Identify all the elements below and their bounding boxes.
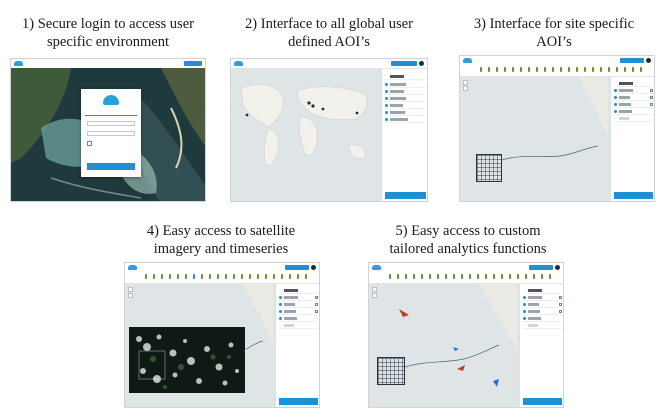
screenshot-login xyxy=(10,58,206,202)
caption-site-line2: AOI’s xyxy=(536,34,572,50)
password-field[interactable] xyxy=(87,131,135,136)
list-item[interactable] xyxy=(385,83,426,88)
list-item[interactable] xyxy=(614,82,653,87)
top-bar xyxy=(231,59,427,69)
caption-login: 1) Secure login to access user specific … xyxy=(10,15,206,51)
marker-icon xyxy=(311,104,315,108)
site-panel xyxy=(610,77,654,201)
login-button[interactable] xyxy=(87,163,135,170)
aoi-list-panel xyxy=(381,69,427,201)
username-field[interactable] xyxy=(87,121,135,126)
marker-icon xyxy=(321,107,325,111)
checkbox-icon xyxy=(650,89,653,92)
marker-icon xyxy=(399,309,409,317)
panel-action-button[interactable] xyxy=(279,398,318,405)
list-item[interactable] xyxy=(523,324,562,329)
list-item[interactable] xyxy=(385,75,426,80)
marker-icon xyxy=(457,365,465,371)
login-logo-icon xyxy=(103,95,119,105)
checkbox-icon xyxy=(315,303,318,306)
caption-global-line1: 2) Interface to all global user xyxy=(245,16,413,32)
checkbox-icon xyxy=(559,303,562,306)
list-item[interactable] xyxy=(279,324,318,329)
panel-action-button[interactable] xyxy=(523,398,562,405)
marker-icon xyxy=(307,101,311,105)
list-item[interactable] xyxy=(614,117,653,122)
list-item[interactable] xyxy=(385,97,426,102)
list-item[interactable] xyxy=(614,89,653,94)
list-item[interactable] xyxy=(385,90,426,95)
marker-icon xyxy=(493,379,499,387)
caption-analytics-line1: 5) Easy access to custom xyxy=(395,223,541,239)
screenshot-site xyxy=(459,55,655,202)
login-dialog xyxy=(81,89,141,177)
caption-analytics-line2: tailored analytics functions xyxy=(389,241,547,257)
list-item[interactable] xyxy=(523,310,562,315)
list-item[interactable] xyxy=(279,289,318,294)
logo-icon xyxy=(14,61,23,66)
marker-icon xyxy=(245,113,249,117)
screenshot-imagery xyxy=(124,262,320,408)
list-item[interactable] xyxy=(385,111,426,116)
avatar-icon[interactable] xyxy=(311,265,316,270)
list-item[interactable] xyxy=(523,289,562,294)
caption-login-line1: 1) Secure login to access user xyxy=(22,16,194,32)
avatar-icon[interactable] xyxy=(646,58,651,63)
list-item[interactable] xyxy=(523,303,562,308)
caption-analytics: 5) Easy access to custom tailored analyt… xyxy=(368,222,568,258)
list-item[interactable] xyxy=(523,296,562,301)
checkbox-icon xyxy=(650,96,653,99)
top-bar-button[interactable] xyxy=(620,58,644,63)
list-item[interactable] xyxy=(279,317,318,322)
analytics-panel xyxy=(519,284,563,407)
top-bar-button[interactable] xyxy=(529,265,553,270)
list-item[interactable] xyxy=(385,118,426,123)
screenshot-analytics xyxy=(368,262,564,408)
caption-imagery: 4) Easy access to satellite imagery and … xyxy=(123,222,319,258)
list-item[interactable] xyxy=(279,296,318,301)
list-item[interactable] xyxy=(279,303,318,308)
panel-action-button[interactable] xyxy=(385,192,426,199)
layers-panel xyxy=(275,284,319,407)
list-item[interactable] xyxy=(614,110,653,115)
avatar-icon[interactable] xyxy=(419,61,424,66)
list-item[interactable] xyxy=(614,103,653,108)
screenshot-global xyxy=(230,58,428,202)
avatar-icon[interactable] xyxy=(555,265,560,270)
cable-route xyxy=(242,340,264,352)
top-bar-button[interactable] xyxy=(184,61,202,66)
caption-site-line1: 3) Interface for site specific xyxy=(473,16,635,32)
list-item[interactable] xyxy=(523,317,562,322)
marker-icon xyxy=(453,347,459,351)
marker-icon xyxy=(355,111,359,115)
analytics-overlay xyxy=(399,309,500,387)
checkbox-icon xyxy=(650,103,653,106)
top-bar-button[interactable] xyxy=(391,61,417,66)
caption-global: 2) Interface to all global user defined … xyxy=(229,15,429,51)
login-tabs[interactable] xyxy=(85,111,137,116)
remember-checkbox[interactable] xyxy=(87,141,92,146)
checkbox-icon xyxy=(315,310,318,313)
list-item[interactable] xyxy=(614,96,653,101)
checkbox-icon xyxy=(559,310,562,313)
caption-imagery-line1: 4) Easy access to satellite xyxy=(146,223,296,239)
list-item[interactable] xyxy=(279,310,318,315)
list-item[interactable] xyxy=(385,104,426,109)
world-map xyxy=(231,69,381,201)
caption-global-line2: defined AOI’s xyxy=(288,34,370,50)
cable-route xyxy=(501,145,599,161)
top-bar-button[interactable] xyxy=(285,265,309,270)
checkbox-icon xyxy=(559,296,562,299)
panel-action-button[interactable] xyxy=(614,192,653,199)
checkbox-icon xyxy=(315,296,318,299)
caption-login-line2: specific environment xyxy=(47,34,169,50)
caption-imagery-line2: imagery and timeseries xyxy=(153,241,289,257)
logo-icon xyxy=(234,61,243,66)
caption-site: 3) Interface for site specific AOI’s xyxy=(456,15,652,51)
